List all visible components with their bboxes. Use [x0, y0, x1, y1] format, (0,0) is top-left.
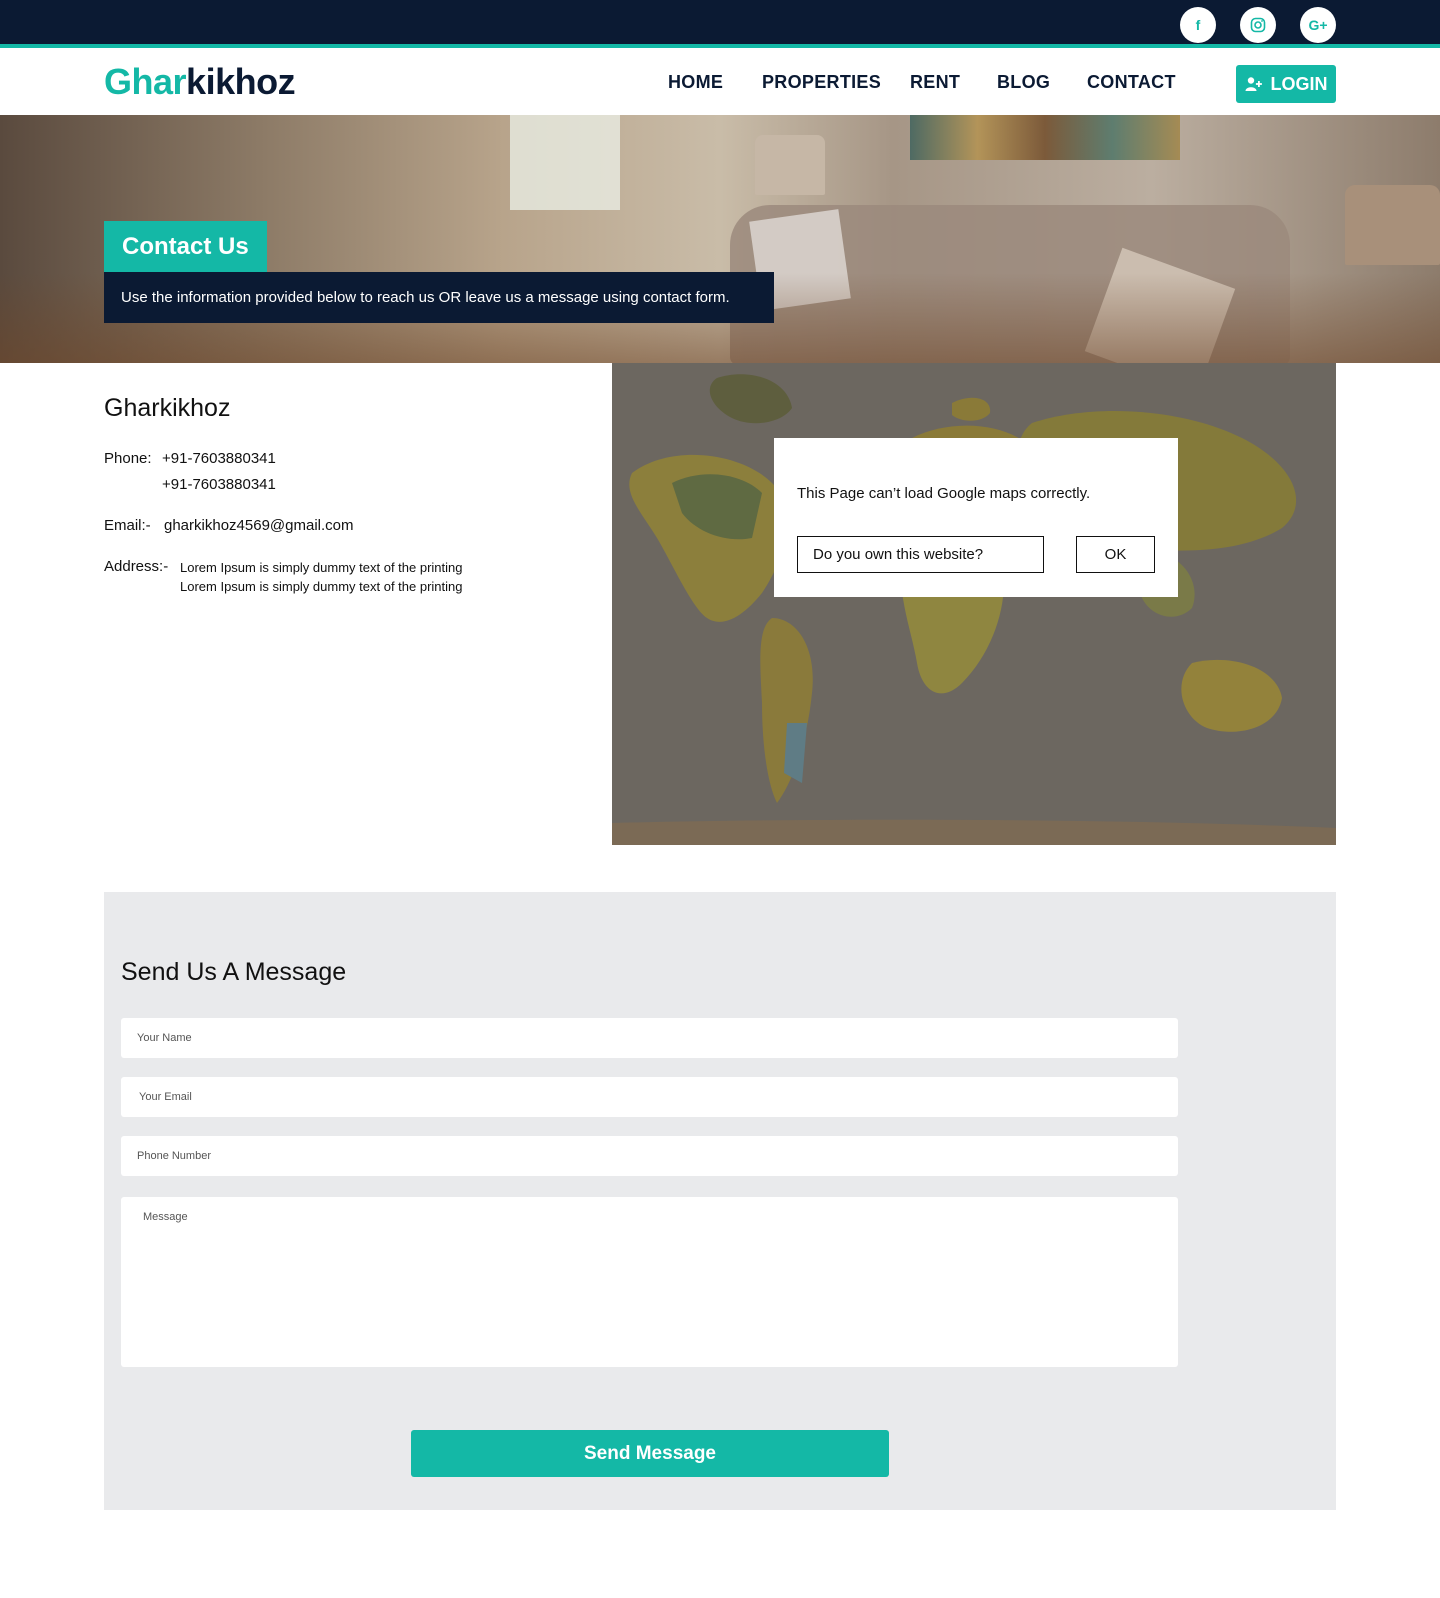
- login-label: LOGIN: [1270, 73, 1328, 94]
- add-user-icon: [1245, 77, 1262, 91]
- world-map-image: [612, 363, 1336, 845]
- contact-form: Send Us A Message Your Name Your Email P…: [104, 892, 1336, 1510]
- instagram-glyph: [1250, 17, 1266, 33]
- login-button[interactable]: LOGIN: [1236, 65, 1336, 103]
- phone-primary[interactable]: +91-7603880341: [162, 450, 276, 467]
- hero-lamp-right: [1345, 185, 1440, 265]
- phone-label: Phone:: [104, 450, 152, 467]
- address-label: Address:-: [104, 558, 169, 575]
- map-embed[interactable]: This Page can’t load Google maps correct…: [612, 363, 1336, 845]
- name-placeholder: Your Name: [137, 1032, 192, 1044]
- google-plus-glyph: G+: [1308, 17, 1328, 33]
- site-logo[interactable]: Ghar kikhoz: [104, 60, 296, 104]
- email-link[interactable]: gharkikhoz4569@gmail.com: [164, 517, 354, 534]
- map-error-message: This Page can’t load Google maps correct…: [797, 485, 1091, 502]
- page-subtitle: Use the information provided below to re…: [104, 272, 774, 323]
- own-website-button[interactable]: Do you own this website?: [797, 536, 1044, 573]
- facebook-icon[interactable]: f: [1180, 7, 1216, 43]
- form-title: Send Us A Message: [121, 958, 347, 986]
- email-label: Email:-: [104, 517, 151, 534]
- nav-home[interactable]: HOME: [668, 72, 723, 93]
- map-error-dialog: This Page can’t load Google maps correct…: [774, 438, 1178, 597]
- site-header: Ghar kikhoz HOME PROPERTIES RENT BLOG CON…: [0, 52, 1440, 115]
- hero-painting: [910, 115, 1180, 160]
- send-message-button[interactable]: Send Message: [411, 1430, 889, 1477]
- nav-properties[interactable]: PROPERTIES: [762, 72, 881, 93]
- nav-rent[interactable]: RENT: [910, 72, 960, 93]
- facebook-glyph: f: [1195, 17, 1201, 33]
- hero-window: [510, 115, 620, 210]
- logo-part-kikhoz: kikhoz: [186, 61, 296, 102]
- message-textarea[interactable]: Message: [121, 1197, 1178, 1367]
- company-name: Gharkikhoz: [104, 394, 231, 422]
- address-line: Lorem Ipsum is simply dummy text of the …: [180, 560, 463, 575]
- top-bar: f G+: [0, 0, 1440, 48]
- address-line: Lorem Ipsum is simply dummy text of the …: [180, 579, 463, 594]
- phone-placeholder: Phone Number: [137, 1150, 211, 1162]
- google-plus-icon[interactable]: G+: [1300, 7, 1336, 43]
- nav-blog[interactable]: BLOG: [997, 72, 1050, 93]
- email-input[interactable]: Your Email: [121, 1077, 1178, 1117]
- message-placeholder: Message: [143, 1211, 188, 1223]
- logo-part-har: har: [131, 61, 187, 102]
- ok-button[interactable]: OK: [1076, 536, 1155, 573]
- phone-input[interactable]: Phone Number: [121, 1136, 1178, 1176]
- email-placeholder: Your Email: [139, 1091, 192, 1103]
- phone-secondary[interactable]: +91-7603880341: [162, 476, 276, 493]
- hero-lamp: [755, 135, 825, 195]
- instagram-icon[interactable]: [1240, 7, 1276, 43]
- nav-contact[interactable]: CONTACT: [1087, 72, 1176, 93]
- name-input[interactable]: Your Name: [121, 1018, 1178, 1058]
- page-title: Contact Us: [104, 221, 267, 272]
- logo-mark: G: [104, 61, 132, 102]
